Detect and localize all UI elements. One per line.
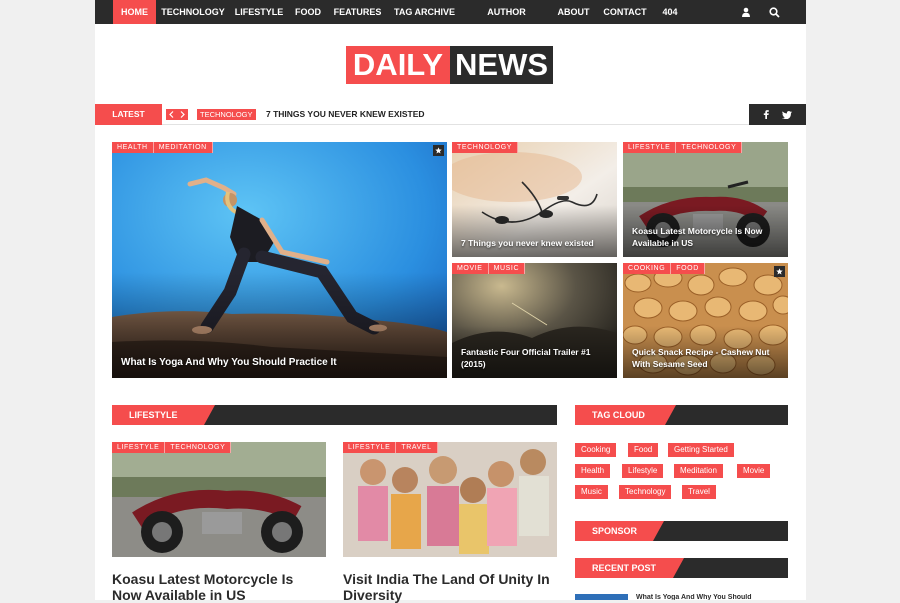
ticker-arrows[interactable] — [166, 109, 188, 120]
lifestyle-section-header: LIFESTYLE — [112, 405, 557, 425]
news-ticker: LATEST TECHNOLOGY 7 THINGS YOU NEVER KNE… — [95, 104, 806, 125]
top-navigation: HOME TECHNOLOGY LIFESTYLE FOOD FEATURES … — [95, 0, 806, 41]
card-title[interactable]: 7 Things you never knew existed — [461, 237, 609, 249]
card-title[interactable]: Quick Snack Recipe - Cashew Nut With Ses… — [632, 346, 780, 370]
children-image — [343, 442, 557, 557]
ticker-label: LATEST — [95, 104, 162, 125]
chevron-left-icon — [169, 111, 174, 118]
featured-card-earphones[interactable]: TECHNOLOGY 7 Things you never knew exist… — [452, 142, 617, 257]
ticker-category[interactable]: TECHNOLOGY — [197, 109, 256, 120]
nav-food[interactable]: FOOD — [293, 0, 323, 24]
recent-post-title[interactable]: What Is Yoga And Why You Should — [636, 594, 752, 600]
section-title: SPONSOR — [575, 521, 664, 541]
card-tags: LIFESTYLE TRAVEL — [343, 442, 438, 453]
social-links — [749, 104, 806, 125]
card-title[interactable]: Koasu Latest Motorcycle Is Now Available… — [632, 225, 780, 249]
tag-meditation[interactable]: MEDITATION — [153, 142, 213, 153]
chevron-right-icon — [180, 111, 185, 118]
tag-cooking[interactable]: COOKING — [623, 263, 672, 274]
lifestyle-post-motorcycle[interactable]: LIFESTYLE TECHNOLOGY — [112, 442, 326, 557]
tag-lifestyle[interactable]: LIFESTYLE — [343, 442, 397, 453]
card-tags: MOVIE MUSIC — [452, 263, 526, 274]
sponsor-header: SPONSOR — [575, 521, 788, 541]
tag-technology[interactable]: TECHNOLOGY — [165, 442, 232, 453]
tag-cloud-item[interactable]: Meditation — [674, 464, 723, 478]
tag-travel[interactable]: TRAVEL — [396, 442, 438, 453]
card-tags: LIFESTYLE TECHNOLOGY — [623, 142, 743, 153]
featured-card-trailer[interactable]: MOVIE MUSIC Fantastic Four Official Trai… — [452, 263, 617, 378]
tag-cloud-item[interactable]: Cooking — [575, 443, 617, 457]
tag-cloud-item[interactable]: Music — [575, 485, 608, 499]
tag-cloud-item[interactable]: Lifestyle — [622, 464, 664, 478]
user-icon[interactable] — [736, 0, 756, 24]
nav-author-archive[interactable]: AUTHOR ARCHIVE — [466, 0, 547, 41]
star-icon[interactable] — [433, 145, 444, 156]
nav-home[interactable]: HOME — [113, 0, 156, 24]
nav-tag-archive[interactable]: TAG ARCHIVE — [392, 0, 457, 24]
search-icon[interactable] — [764, 0, 784, 24]
card-tags: COOKING FOOD — [623, 263, 705, 274]
tag-food[interactable]: FOOD — [671, 263, 705, 274]
nav-technology[interactable]: TECHNOLOGY — [161, 0, 225, 24]
site-logo[interactable]: DAILY NEWS — [346, 46, 553, 84]
section-title: RECENT POST — [575, 558, 684, 578]
post-title[interactable]: Visit India The Land Of Unity In Diversi… — [343, 571, 557, 603]
facebook-icon[interactable] — [763, 110, 769, 119]
lifestyle-post-india[interactable]: LIFESTYLE TRAVEL — [343, 442, 557, 557]
card-tags: HEALTH MEDITATION — [112, 142, 213, 153]
tag-health[interactable]: HEALTH — [112, 142, 154, 153]
tag-technology[interactable]: TECHNOLOGY — [452, 142, 519, 153]
featured-card-motorcycle[interactable]: LIFESTYLE TECHNOLOGY Koasu Latest Motorc… — [623, 142, 788, 257]
nav-about[interactable]: ABOUT — [556, 0, 591, 24]
tag-cloud-item[interactable]: Food — [628, 443, 659, 457]
recent-post-header: RECENT POST — [575, 558, 788, 578]
section-title: TAG CLOUD — [575, 405, 676, 425]
card-title[interactable]: Fantastic Four Official Trailer #1 (2015… — [461, 346, 609, 370]
logo-part-news: NEWS — [450, 46, 553, 84]
card-tags: LIFESTYLE TECHNOLOGY — [112, 442, 232, 453]
tag-technology[interactable]: TECHNOLOGY — [676, 142, 743, 153]
nav-contact[interactable]: CONTACT — [600, 0, 650, 24]
featured-card-snack[interactable]: COOKING FOOD Quick Snack Recipe - Cashew… — [623, 263, 788, 378]
card-title[interactable]: What Is Yoga And Why You Should Practice… — [121, 357, 439, 369]
tag-lifestyle[interactable]: LIFESTYLE — [623, 142, 677, 153]
logo-part-daily: DAILY — [346, 46, 450, 84]
section-title[interactable]: LIFESTYLE — [112, 405, 215, 425]
tag-cloud-item[interactable]: Movie — [737, 464, 771, 478]
tag-cloud-item[interactable]: Technology — [619, 485, 672, 499]
star-icon[interactable] — [774, 266, 785, 277]
card-tags: TECHNOLOGY — [452, 142, 519, 153]
tag-cloud-item[interactable]: Health — [575, 464, 611, 478]
ticker-headline[interactable]: 7 THINGS YOU NEVER KNEW EXISTED — [266, 108, 425, 121]
tag-cloud-item[interactable]: Travel — [682, 485, 716, 499]
nav-features[interactable]: FEATURES — [333, 0, 382, 24]
tagcloud-header: TAG CLOUD — [575, 405, 788, 425]
motorcycle-image — [112, 442, 326, 557]
twitter-icon[interactable] — [782, 110, 793, 119]
nav-404[interactable]: 404 — [657, 0, 683, 24]
tag-movie[interactable]: MOVIE — [452, 263, 489, 274]
nav-lifestyle[interactable]: LIFESTYLE — [234, 0, 284, 24]
recent-post-thumbnail[interactable] — [575, 594, 628, 600]
post-title[interactable]: Koasu Latest Motorcycle Is Now Available… — [112, 571, 326, 603]
featured-main-card[interactable]: HEALTH MEDITATION What Is Yoga And Why Y… — [112, 142, 447, 378]
tag-cloud-item[interactable]: Getting Started — [668, 443, 734, 457]
tag-music[interactable]: MUSIC — [488, 263, 526, 274]
tag-lifestyle[interactable]: LIFESTYLE — [112, 442, 166, 453]
